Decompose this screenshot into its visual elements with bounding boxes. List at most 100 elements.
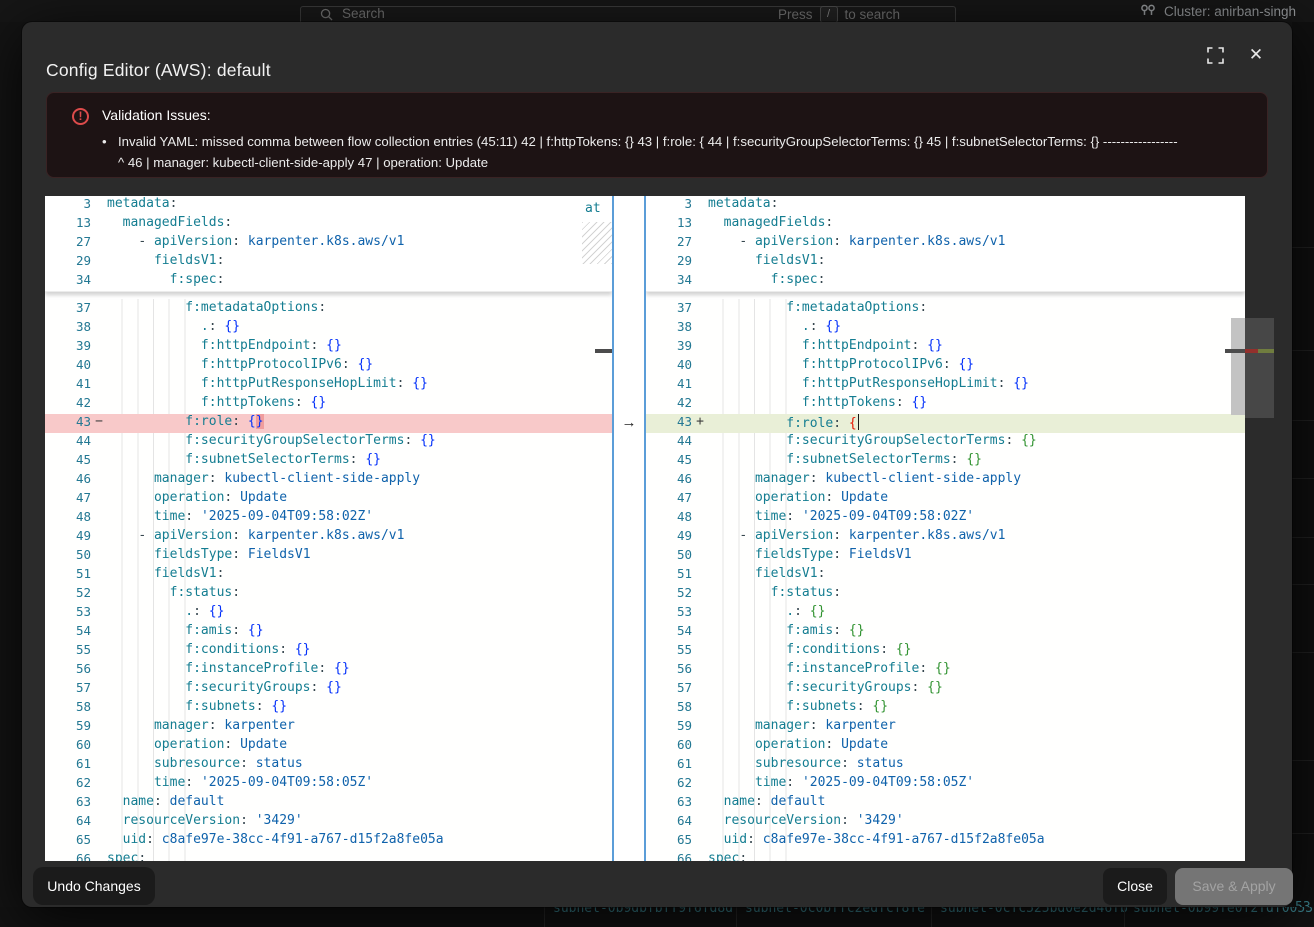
- code-line[interactable]: 58 f:subnets: {}: [45, 699, 612, 718]
- code-line[interactable]: 47 operation: Update: [45, 490, 612, 509]
- code-line[interactable]: 27 - apiVersion: karpenter.k8s.aws/v1: [646, 234, 1245, 253]
- code-line[interactable]: 66spec:: [646, 851, 1245, 861]
- code-line[interactable]: 58 f:subnets: {}: [646, 699, 1245, 718]
- code-line[interactable]: 42 f:httpTokens: {}: [646, 395, 1245, 414]
- danger-icon: !: [72, 108, 89, 125]
- code-line[interactable]: 54 f:amis: {}: [45, 623, 612, 642]
- code-line[interactable]: 53 .: {}: [45, 604, 612, 623]
- sticky-scroll[interactable]: 3metadata:13 managedFields:27 - apiVersi…: [45, 196, 612, 292]
- close-button[interactable]: Close: [1103, 868, 1167, 905]
- code-line[interactable]: 47 operation: Update: [646, 490, 1245, 509]
- diff-ruler-removed-mark: [1245, 349, 1258, 353]
- diff-sash[interactable]: →: [612, 196, 646, 861]
- slash-key-badge: /: [820, 6, 838, 22]
- code-line[interactable]: 57 f:securityGroups: {}: [45, 680, 612, 699]
- code-line[interactable]: 44 f:securityGroupSelectorTerms: {}: [646, 433, 1245, 452]
- code-line[interactable]: 55 f:conditions: {}: [646, 642, 1245, 661]
- added-code-line[interactable]: 43+ f:role: {: [646, 414, 1245, 433]
- clipped-text-fragment: at: [585, 201, 601, 216]
- code-line[interactable]: 57 f:securityGroups: {}: [646, 680, 1245, 699]
- code-line[interactable]: 51 fieldsV1:: [646, 566, 1245, 585]
- revert-arrow-icon[interactable]: →: [614, 413, 644, 432]
- code-line[interactable]: 63 name: default: [646, 794, 1245, 813]
- original-editor-pane[interactable]: at 3metadata:13 managedFields:27 - apiVe…: [45, 196, 612, 861]
- code-line[interactable]: 44 f:securityGroupSelectorTerms: {}: [45, 433, 612, 452]
- code-line[interactable]: 52 f:status:: [646, 585, 1245, 604]
- search-shortcut-hint: Press / to search: [778, 6, 900, 22]
- code-line[interactable]: 45 f:subnetSelectorTerms: {}: [45, 452, 612, 471]
- code-line[interactable]: 3metadata:: [45, 196, 612, 215]
- code-line[interactable]: 64 resourceVersion: '3429': [646, 813, 1245, 832]
- scrollbar-thumb[interactable]: [1231, 318, 1245, 415]
- code-line[interactable]: 46 manager: kubectl-client-side-apply: [646, 471, 1245, 490]
- code-line[interactable]: 39 f:httpEndpoint: {}: [646, 338, 1245, 357]
- validation-line-2: ^ 46 | manager: kubectl-client-side-appl…: [118, 152, 1178, 173]
- bullet: •: [102, 131, 118, 173]
- code-line[interactable]: 54 f:amis: {}: [646, 623, 1245, 642]
- overview-ruler-marker-left: [595, 349, 612, 353]
- code-line[interactable]: 63 name: default: [45, 794, 612, 813]
- cluster-label: Cluster: anirban-singh: [1164, 4, 1296, 19]
- code-line[interactable]: 34 f:spec:: [646, 272, 1245, 291]
- code-line[interactable]: 60 operation: Update: [646, 737, 1245, 756]
- code-line[interactable]: 64 resourceVersion: '3429': [45, 813, 612, 832]
- code-line[interactable]: 62 time: '2025-09-04T09:58:05Z': [646, 775, 1245, 794]
- diff-ruler-added-mark: [1258, 349, 1274, 353]
- sticky-scroll[interactable]: 3metadata:13 managedFields:27 - apiVersi…: [646, 196, 1245, 292]
- validation-alert: ! Validation Issues: • Invalid YAML: mis…: [46, 92, 1268, 178]
- code-line[interactable]: 40 f:httpProtocolIPv6: {}: [646, 357, 1245, 376]
- code-line[interactable]: 65 uid: c8afe97e-38cc-4f91-a767-d15f2a8f…: [45, 832, 612, 851]
- code-line[interactable]: 29 fieldsV1:: [45, 253, 612, 272]
- modified-editor-pane[interactable]: 3metadata:13 managedFields:27 - apiVersi…: [646, 196, 1245, 861]
- code-line[interactable]: 53 .: {}: [646, 604, 1245, 623]
- code-line[interactable]: 48 time: '2025-09-04T09:58:02Z': [45, 509, 612, 528]
- table-cell: subnet-0cfc525bd0e2d46fb: [931, 907, 1124, 927]
- code-line[interactable]: 55 f:conditions: {}: [45, 642, 612, 661]
- code-line[interactable]: 59 manager: karpenter: [646, 718, 1245, 737]
- code-line[interactable]: 48 time: '2025-09-04T09:58:02Z': [646, 509, 1245, 528]
- code-line[interactable]: 38 .: {}: [646, 319, 1245, 338]
- code-line[interactable]: 34 f:spec:: [45, 272, 612, 291]
- validation-message: • Invalid YAML: missed comma between flo…: [102, 131, 1242, 173]
- code-line[interactable]: 13 managedFields:: [45, 215, 612, 234]
- code-line[interactable]: 37 f:metadataOptions:: [646, 300, 1245, 319]
- expand-icon[interactable]: [1202, 42, 1228, 68]
- code-line[interactable]: 40 f:httpProtocolIPv6: {}: [45, 357, 612, 376]
- validation-line-1: Invalid YAML: missed comma between flow …: [118, 131, 1178, 152]
- code-line[interactable]: 51 fieldsV1:: [45, 566, 612, 585]
- code-line[interactable]: 56 f:instanceProfile: {}: [646, 661, 1245, 680]
- code-line[interactable]: 37 f:metadataOptions:: [45, 300, 612, 319]
- code-line[interactable]: 61 subresource: status: [45, 756, 612, 775]
- code-line[interactable]: 42 f:httpTokens: {}: [45, 395, 612, 414]
- code-line[interactable]: 41 f:httpPutResponseHopLimit: {}: [45, 376, 612, 395]
- code-line[interactable]: 46 manager: kubectl-client-side-apply: [45, 471, 612, 490]
- code-line[interactable]: 50 fieldsType: FieldsV1: [45, 547, 612, 566]
- code-line[interactable]: 45 f:subnetSelectorTerms: {}: [646, 452, 1245, 471]
- removed-code-line[interactable]: 43− f:role: {}: [45, 414, 612, 433]
- cluster-selector[interactable]: Cluster: anirban-singh: [1140, 3, 1296, 19]
- code-line[interactable]: 3metadata:: [646, 196, 1245, 215]
- code-line[interactable]: 39 f:httpEndpoint: {}: [45, 338, 612, 357]
- code-line[interactable]: 62 time: '2025-09-04T09:58:05Z': [45, 775, 612, 794]
- code-line[interactable]: 52 f:status:: [45, 585, 612, 604]
- code-line[interactable]: 41 f:httpPutResponseHopLimit: {}: [646, 376, 1245, 395]
- table-cell: subnet-0b99fe0f2fdf0053: [1124, 907, 1314, 927]
- code-line[interactable]: 56 f:instanceProfile: {}: [45, 661, 612, 680]
- search-icon: [320, 8, 333, 21]
- code-line[interactable]: 60 operation: Update: [45, 737, 612, 756]
- code-line[interactable]: 29 fieldsV1:: [646, 253, 1245, 272]
- code-line[interactable]: 38 .: {}: [45, 319, 612, 338]
- close-icon[interactable]: ✕: [1243, 42, 1269, 68]
- code-line[interactable]: 13 managedFields:: [646, 215, 1245, 234]
- code-line[interactable]: 27 - apiVersion: karpenter.k8s.aws/v1: [45, 234, 612, 253]
- code-line[interactable]: 49 - apiVersion: karpenter.k8s.aws/v1: [45, 528, 612, 547]
- code-line[interactable]: 50 fieldsType: FieldsV1: [646, 547, 1245, 566]
- code-line[interactable]: 61 subresource: status: [646, 756, 1245, 775]
- code-line[interactable]: 49 - apiVersion: karpenter.k8s.aws/v1: [646, 528, 1245, 547]
- save-apply-button[interactable]: Save & Apply: [1175, 868, 1293, 905]
- code-line[interactable]: 66spec:: [45, 851, 612, 861]
- code-line[interactable]: 59 manager: karpenter: [45, 718, 612, 737]
- code-line[interactable]: 65 uid: c8afe97e-38cc-4f91-a767-d15f2a8f…: [646, 832, 1245, 851]
- hint-prefix: Press: [778, 7, 813, 22]
- undo-changes-button[interactable]: Undo Changes: [33, 867, 155, 905]
